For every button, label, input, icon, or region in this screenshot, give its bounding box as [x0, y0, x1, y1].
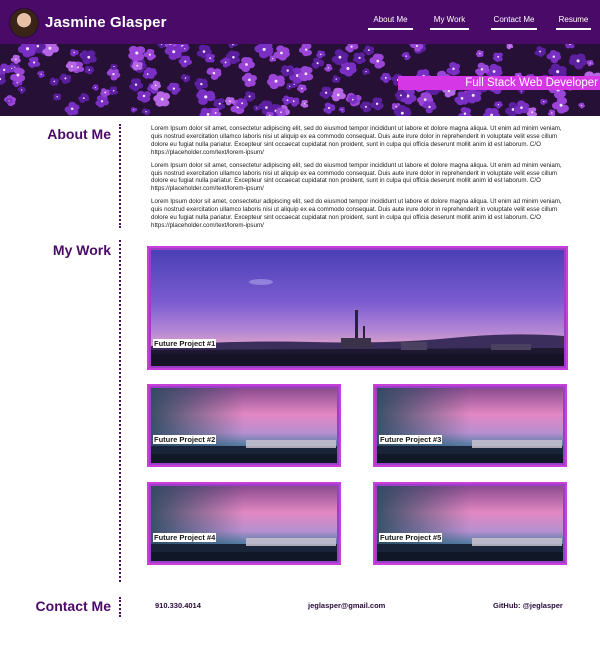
project-card-3[interactable]: Future Project #3 — [373, 384, 567, 467]
about-text: Lorem Ipsum dolor sit amet, consectetur … — [151, 125, 571, 235]
contact-github[interactable]: GitHub: @jeglasper — [493, 601, 563, 610]
city-skyline-image — [377, 486, 563, 561]
section-divider — [119, 597, 121, 617]
section-divider — [119, 124, 121, 228]
about-paragraph: Lorem Ipsum dolor sit amet, consectetur … — [151, 198, 562, 229]
project-card-5[interactable]: Future Project #5 — [373, 482, 567, 565]
project-image: Future Project #1 — [151, 250, 564, 366]
project-label: Future Project #5 — [379, 533, 443, 542]
nav-resume[interactable]: Resume — [556, 15, 591, 30]
city-skyline-image — [151, 388, 337, 463]
project-label: Future Project #4 — [153, 533, 217, 542]
section-divider — [119, 240, 121, 582]
project-card-4[interactable]: Future Project #4 — [147, 482, 341, 565]
site-header: Jasmine Glasper About Me My Work Contact… — [0, 0, 600, 44]
project-label: Future Project #3 — [379, 435, 443, 444]
city-skyline-image — [377, 388, 563, 463]
about-paragraph: Lorem Ipsum dolor sit amet, consectetur … — [151, 161, 562, 193]
site-title: Jasmine Glasper — [45, 14, 167, 31]
about-heading: About Me — [47, 126, 111, 142]
nav-my-work[interactable]: My Work — [430, 15, 469, 30]
project-label: Future Project #1 — [153, 339, 217, 348]
project-image: Future Project #2 — [151, 388, 337, 463]
sunset-skyline-image — [151, 250, 564, 366]
avatar — [9, 8, 39, 38]
hero-tagline: Full Stack Web Developer — [398, 76, 600, 90]
project-card-1[interactable]: Future Project #1 — [147, 246, 568, 370]
hero-banner: Full Stack Web Developer — [0, 44, 600, 116]
project-image: Future Project #3 — [377, 388, 563, 463]
project-label: Future Project #2 — [153, 435, 217, 444]
project-image: Future Project #4 — [151, 486, 337, 561]
project-image: Future Project #5 — [377, 486, 563, 561]
about-paragraph: Lorem Ipsum dolor sit amet, consectetur … — [151, 125, 562, 156]
nav-about-me[interactable]: About Me — [368, 15, 413, 30]
contact-heading: Contact Me — [35, 598, 111, 614]
contact-email[interactable]: jeglasper@gmail.com — [308, 601, 385, 610]
contact-phone[interactable]: 910.330.4014 — [155, 601, 201, 610]
work-heading: My Work — [52, 242, 111, 258]
project-card-2[interactable]: Future Project #2 — [147, 384, 341, 467]
city-skyline-image — [151, 486, 337, 561]
nav-contact-me[interactable]: Contact Me — [491, 15, 537, 30]
